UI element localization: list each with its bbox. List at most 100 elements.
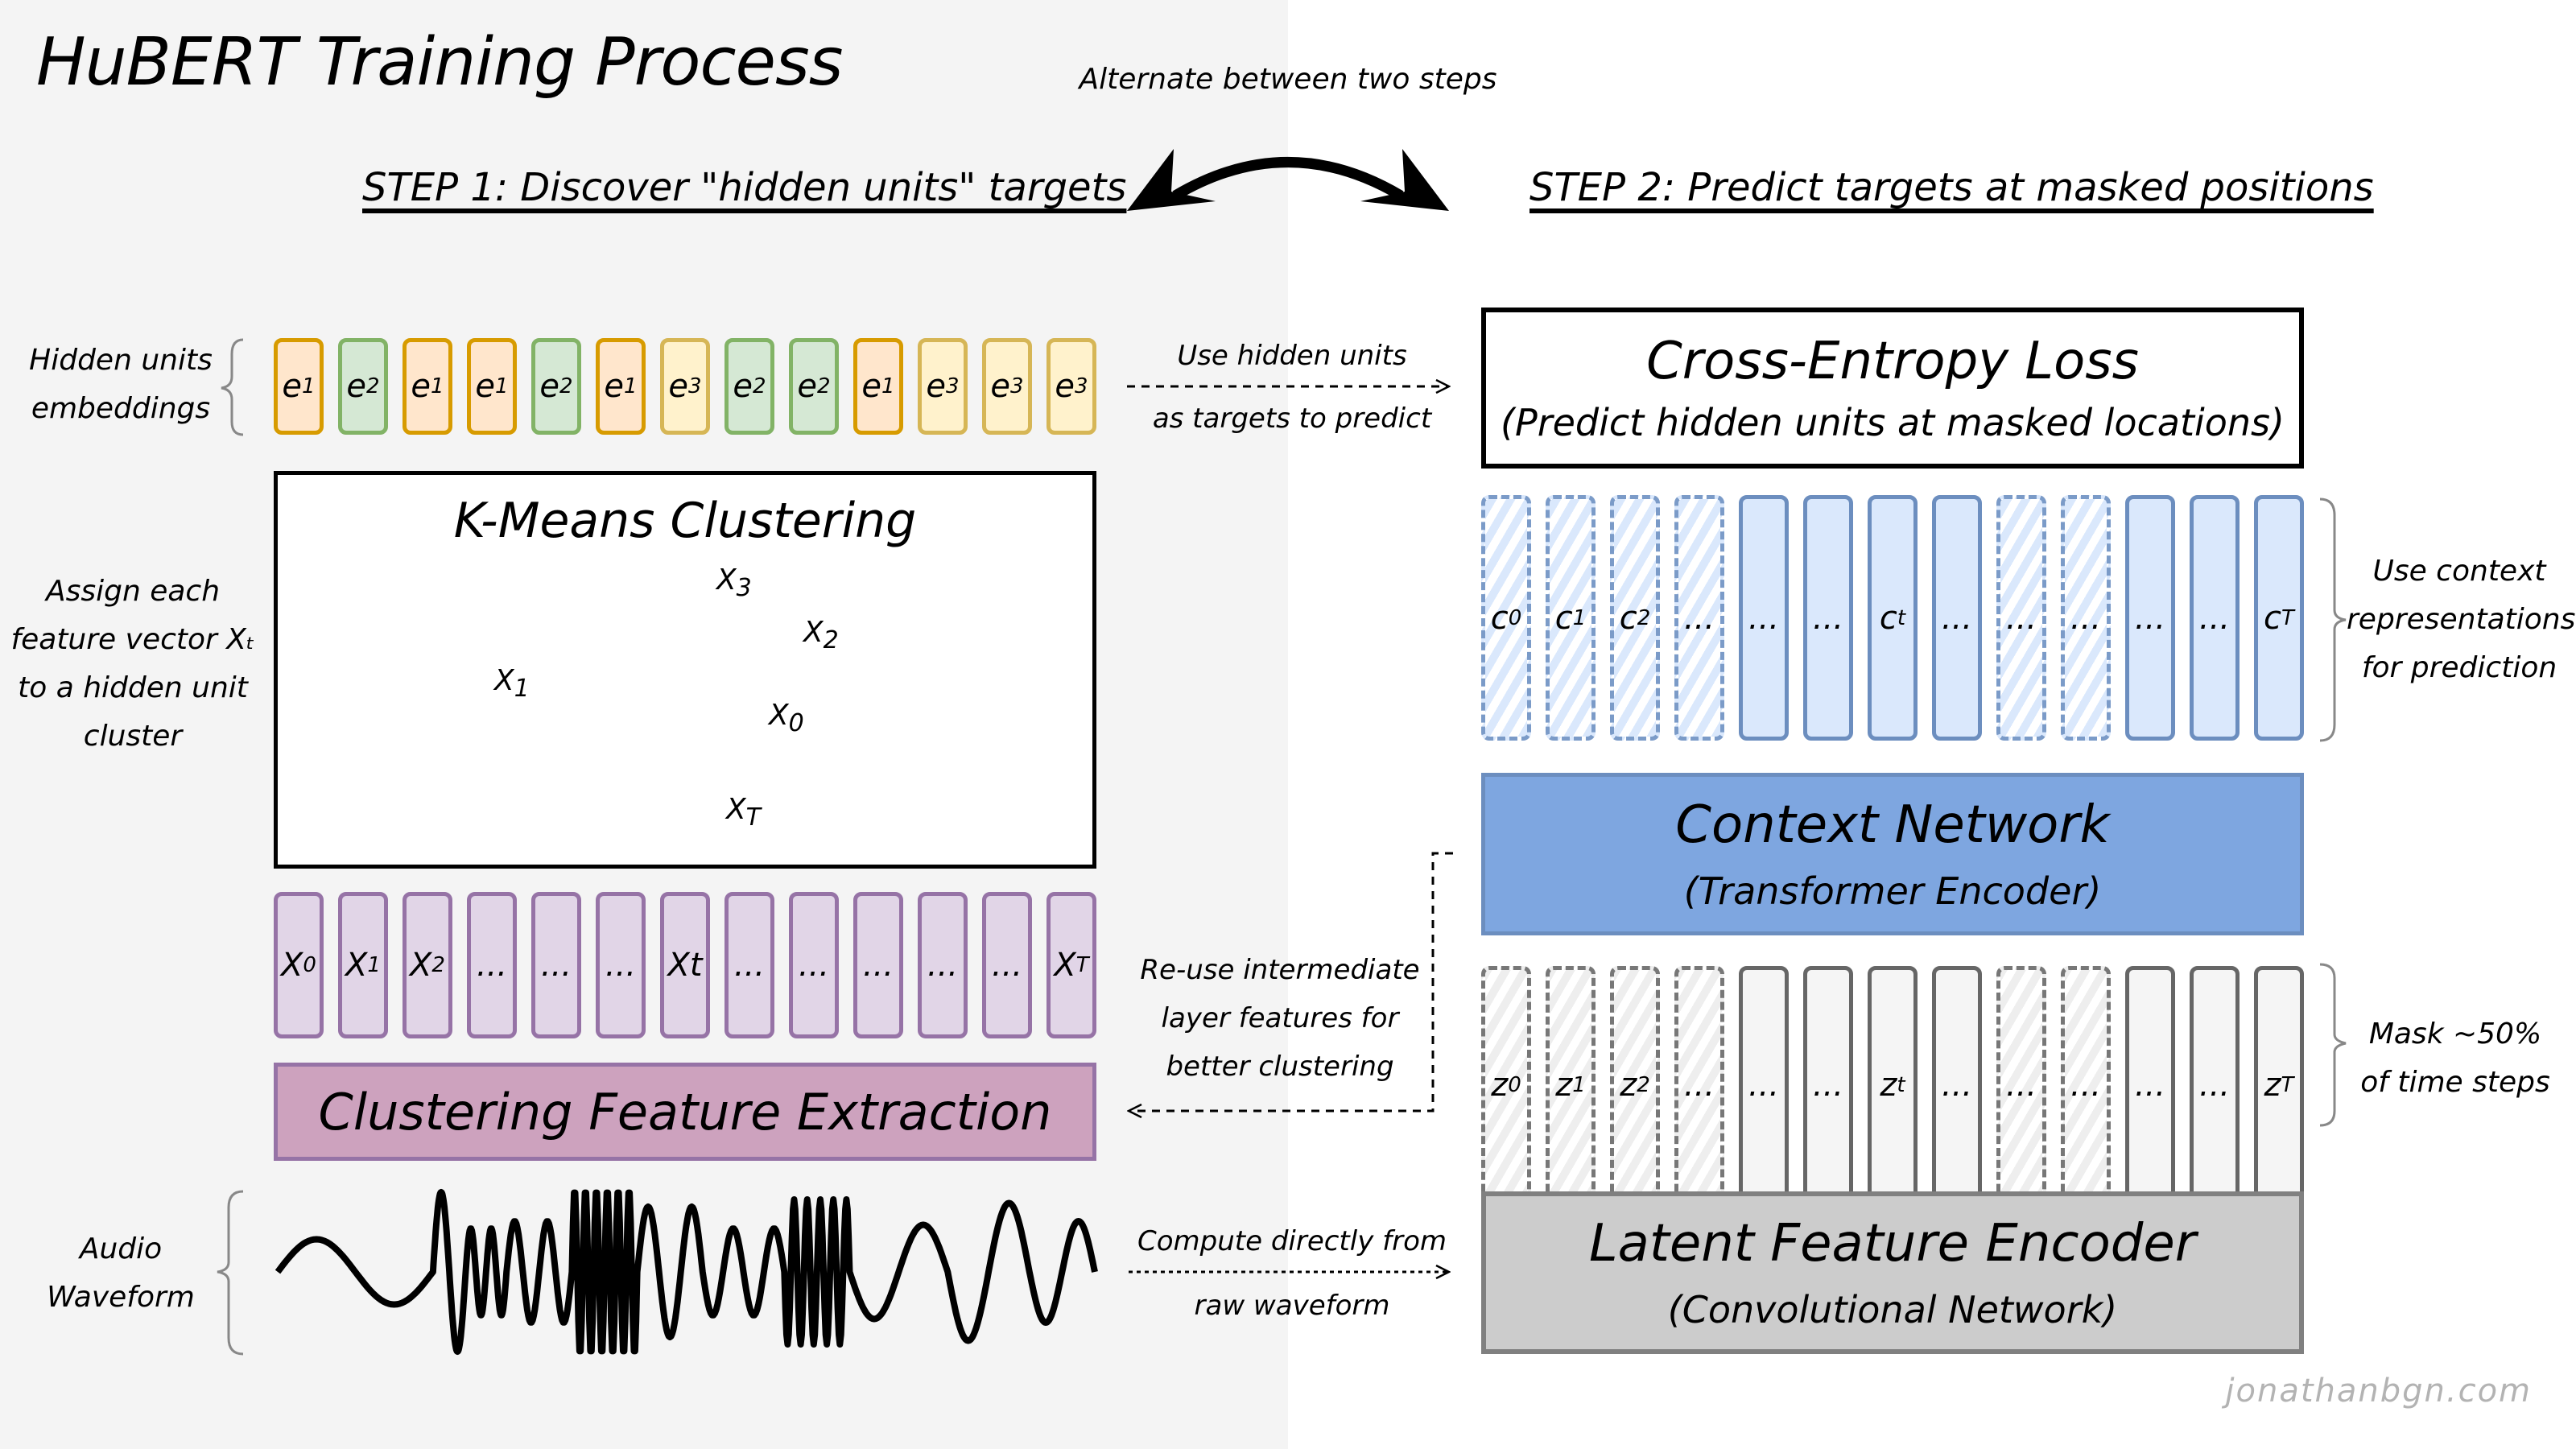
hidden-unit-cell: e3 [982, 338, 1032, 435]
latent-cell: zt [1868, 966, 1918, 1203]
feature-vector-cell: ... [724, 892, 774, 1038]
alternate-arrow-icon [1127, 149, 1449, 211]
clustering-feature-extraction-box: Clustering Feature Extraction [274, 1063, 1096, 1161]
hidden-unit-cell: e2 [338, 338, 388, 435]
context-cell-label: c [1490, 599, 1509, 637]
feature-vector-cell-label: X [281, 947, 303, 984]
feature-vector-cell: X2 [402, 892, 452, 1038]
hidden-unit-cell-label: e [539, 368, 560, 405]
context-cell-label: ... [1812, 599, 1844, 637]
latent-cell-label: z [1880, 1066, 1897, 1104]
context-cell-label: ... [2005, 599, 2037, 637]
compute-raw-line: raw waveform [1194, 1290, 1390, 1322]
hidden-unit-cell-label: e [861, 368, 882, 405]
feature-vector-cell-label: X [410, 947, 432, 984]
feature-vector-cell: Xt [660, 892, 710, 1038]
latent-cell: zT [2254, 966, 2304, 1203]
reuse-features-line: layer features for [1161, 1002, 1399, 1034]
mask-label-line: Mask ~50% [2368, 1018, 2542, 1051]
latent-cell: ... [2061, 966, 2111, 1203]
feature-vectors-row: X 0 X 1 X 2......... Xt............... X T [274, 892, 1096, 1038]
context-cell: cT [2254, 495, 2304, 741]
hidden-unit-cell-label: e [346, 368, 367, 405]
point-label-x3: X3 [716, 564, 752, 603]
context-cell: ... [1996, 495, 2046, 741]
assign-cluster-label: Assign each feature vector Xₜ to a hidde… [8, 568, 258, 761]
assign-label-line: cluster [83, 720, 183, 753]
point-label-x0: X0 [769, 699, 804, 738]
context-cell: ... [1739, 495, 1789, 741]
latent-cell: ... [2190, 966, 2240, 1203]
feature-vector-cell: ... [531, 892, 581, 1038]
hidden-unit-cell: e1 [596, 338, 646, 435]
latent-cell-label: ... [1941, 1066, 1973, 1104]
hidden-unit-cell-subscript: 1 [302, 374, 316, 398]
latent-cell-label: ... [1812, 1066, 1844, 1104]
latent-cell-label: ... [2005, 1066, 2037, 1104]
context-side-label: Use context representations for predicti… [2347, 547, 2575, 692]
latent-cell: z1 [1546, 966, 1596, 1203]
use-hidden-units-line: as targets to predict [1152, 402, 1432, 435]
hidden-unit-cell: e1 [467, 338, 517, 435]
latent-encoder-subtitle: (Convolutional Network) [1667, 1288, 2118, 1331]
context-network-title: Context Network [1675, 795, 2110, 855]
latent-cell-subscript: T [2281, 1072, 2294, 1097]
context-cell: ... [2190, 495, 2240, 741]
hidden-unit-cell: e3 [918, 338, 968, 435]
watermark: jonathanbgn.com [2225, 1373, 2532, 1410]
hidden-units-row: e1e2e1e1e2e1e3e2e2e1e3e3e3 [274, 338, 1096, 435]
audio-waveform-label: Audio Waveform [32, 1225, 209, 1322]
hidden-unit-cell: e1 [274, 338, 324, 435]
context-label-line: for prediction [2361, 651, 2557, 684]
mask-label-line: of time steps [2360, 1066, 2550, 1099]
hidden-unit-cell-subscript: 2 [559, 374, 573, 398]
hidden-unit-cell: e2 [531, 338, 581, 435]
latent-cell-label: z [1620, 1066, 1637, 1104]
feature-vector-cell: X0 [274, 892, 324, 1038]
hidden-unit-cell: e3 [660, 338, 710, 435]
latent-cell-subscript: 2 [1637, 1072, 1650, 1097]
cross-entropy-loss-box: Cross-Entropy Loss (Predict hidden units… [1481, 308, 2304, 469]
hidden-unit-cell-subscript: 3 [946, 374, 960, 398]
context-cell: ... [2061, 495, 2111, 741]
feature-vector-cell-label: ... [476, 947, 508, 984]
kmeans-box: K-Means Clustering [274, 471, 1096, 869]
context-network-subtitle: (Transformer Encoder) [1683, 869, 2102, 913]
hidden-unit-cell: e2 [789, 338, 839, 435]
context-cell: ... [2125, 495, 2175, 741]
context-representations-row: c 0 c 1 c 2......... c t............... c T [1481, 495, 2304, 741]
context-cell: ... [1932, 495, 1982, 741]
feature-vector-cell-label: ... [798, 947, 830, 984]
feature-vector-cell-label: ... [733, 947, 766, 984]
context-cell: ... [1674, 495, 1724, 741]
context-cell-subscript: t [1897, 605, 1906, 630]
hidden-unit-cell-subscript: 1 [881, 374, 895, 398]
hidden-unit-cell-subscript: 2 [753, 374, 766, 398]
hidden-unit-cell: e1 [853, 338, 903, 435]
feature-vector-cell: ... [853, 892, 903, 1038]
context-network-box: Context Network (Transformer Encoder) [1481, 773, 2304, 935]
hidden-unit-cell-label: e [604, 368, 625, 405]
context-cell-label: ... [2198, 599, 2231, 637]
feature-vector-cell: ... [789, 892, 839, 1038]
context-cell-label: ... [1683, 599, 1715, 637]
latent-encoder-title: Latent Feature Encoder [1588, 1214, 2197, 1274]
latent-cell: ... [1803, 966, 1853, 1203]
feature-vector-cell-subscript: 0 [303, 953, 316, 977]
latent-cell-label: z [1491, 1066, 1509, 1104]
feature-vector-cell: ... [467, 892, 517, 1038]
context-cell-subscript: T [2281, 605, 2294, 630]
feature-vector-cell-label: X [1054, 947, 1076, 984]
context-brace-icon [2319, 497, 2347, 742]
hidden-unit-cell-label: e [990, 368, 1011, 405]
context-cell-label: c [1619, 599, 1637, 637]
context-label-line: Use context [2372, 555, 2546, 588]
reuse-features-line: Re-use intermediate [1140, 954, 1420, 986]
latent-cell-label: ... [2070, 1066, 2102, 1104]
feature-vector-cell-subscript: 2 [431, 953, 445, 977]
use-hidden-units-label: Use hidden units as targets to predict [1135, 332, 1449, 443]
assign-label-line: Assign each [45, 575, 221, 608]
context-cell-subscript: 0 [1508, 605, 1522, 630]
feature-vector-cell: ... [982, 892, 1032, 1038]
hidden-unit-cell-subscript: 3 [1010, 374, 1024, 398]
